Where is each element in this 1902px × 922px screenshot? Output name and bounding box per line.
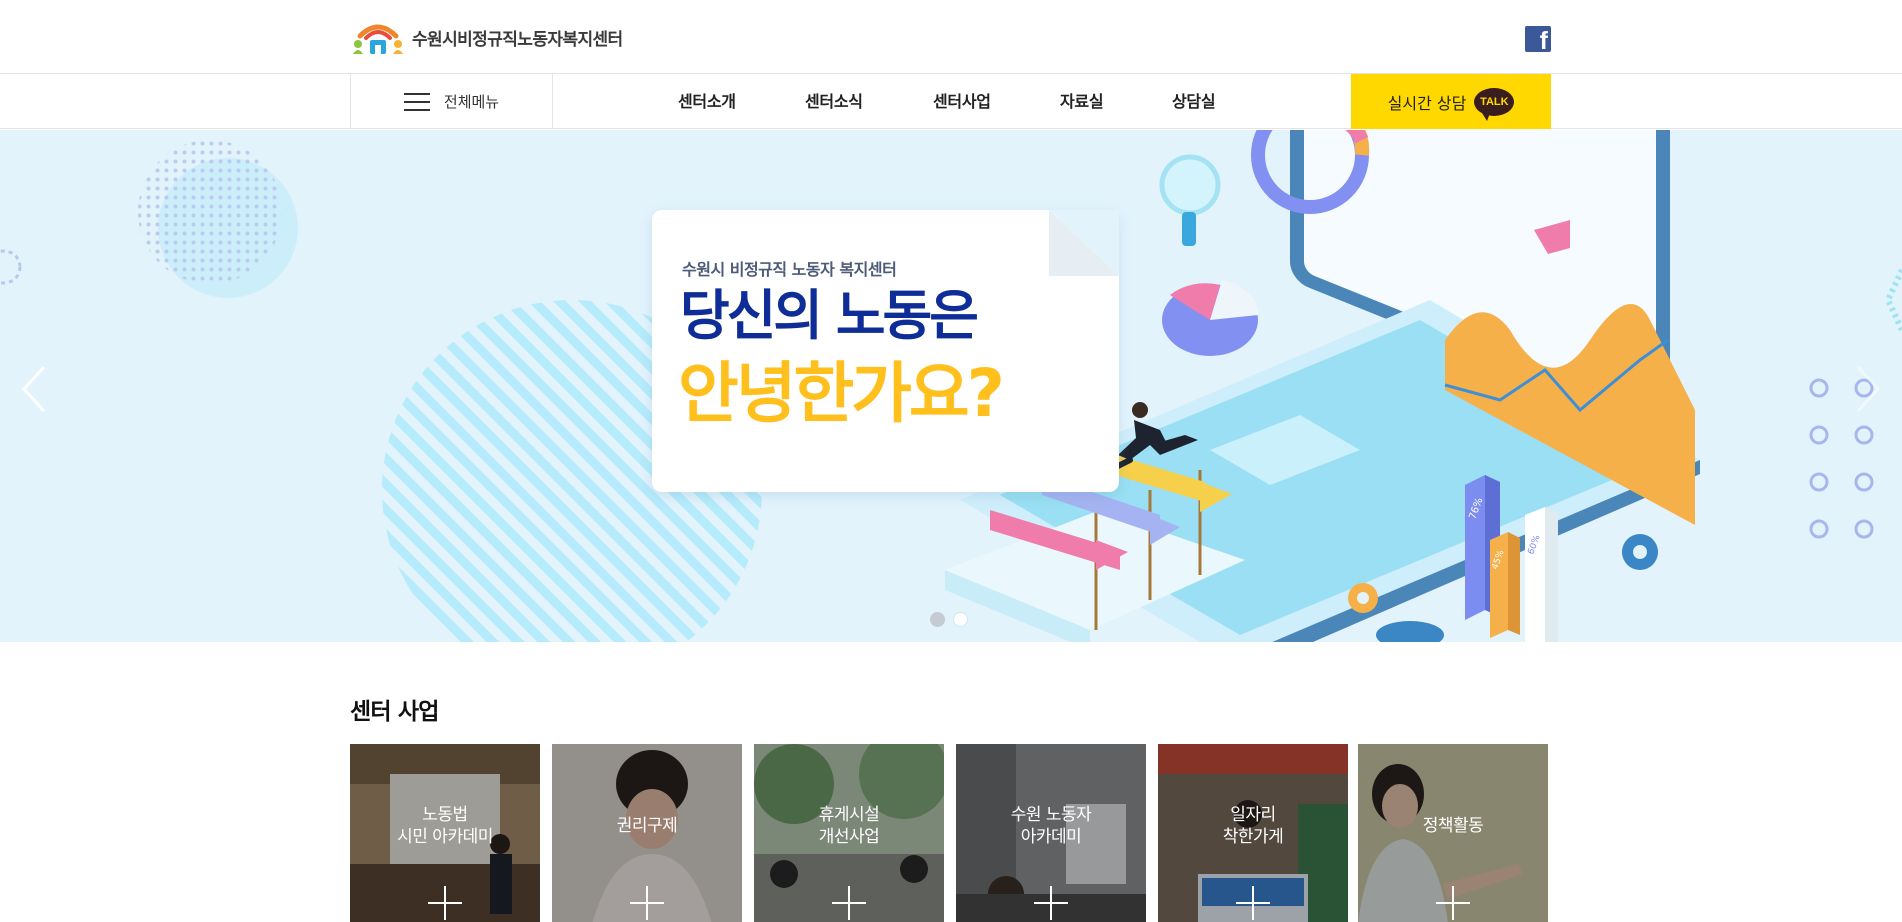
tile-label: 수원 노동자 아카데미 [1010, 805, 1092, 847]
hamburger-icon [403, 92, 430, 111]
menu-item-news[interactable]: 센터소식 [805, 74, 863, 129]
slider-next-arrow-icon[interactable] [1848, 363, 1888, 415]
page-fold-icon [1049, 210, 1119, 276]
plus-icon [1236, 886, 1270, 920]
hero-slider: 76% 45% 60% 수원시 비정규직 노동자 복지센터 당신의 노동은 안녕… [0, 130, 1902, 642]
hero-subtitle: 수원시 비정규직 노동자 복지센터 [682, 260, 897, 279]
slider-dot-2[interactable] [953, 612, 968, 627]
top-bar: 수원시비정규직노동자복지센터 f [0, 0, 1902, 74]
menu-item-counsel[interactable]: 상담실 [1172, 74, 1216, 129]
business-tile-worker-academy[interactable]: 수원 노동자 아카데미 [956, 744, 1146, 922]
kakaotalk-icon: TALK [1474, 87, 1515, 121]
business-tile-rest-facility[interactable]: 휴게시설 개선사업 [754, 744, 944, 922]
slider-prev-arrow-icon[interactable] [14, 363, 54, 415]
business-tile-policy[interactable]: 정책활동 [1358, 744, 1548, 922]
hero-headline-1: 당신의 노동은 [680, 284, 979, 347]
site-logo-text: 수원시비정규직노동자복지센터 [412, 29, 623, 50]
business-tile-labor-law-academy[interactable]: 노동법 시민 아카데미 [350, 744, 540, 922]
all-menu-label: 전체메뉴 [443, 93, 500, 111]
menu-item-archive[interactable]: 자료실 [1060, 74, 1104, 129]
main-navigation: 전체메뉴 센터소개 센터소식 센터사업 자료실 상담실 실시간 상담 TALK [0, 74, 1902, 129]
tile-label: 권리구제 [616, 816, 678, 836]
live-chat-label: 실시간 상담 [1387, 93, 1467, 113]
tile-label: 노동법 시민 아카데미 [397, 805, 493, 847]
business-tile-rights-relief[interactable]: 권리구제 [552, 744, 742, 922]
plus-icon [428, 886, 462, 920]
all-menu-button[interactable]: 전체메뉴 [350, 74, 553, 129]
tile-label: 일자리 착한가게 [1222, 805, 1284, 847]
business-section-title: 센터 사업 [350, 699, 439, 725]
hero-headline-2: 안녕한가요? [678, 355, 1005, 432]
plus-icon [832, 886, 866, 920]
tile-label: 정책활동 [1422, 816, 1484, 836]
menu-item-business[interactable]: 센터사업 [933, 74, 991, 129]
business-tile-good-store[interactable]: 일자리 착한가게 [1158, 744, 1348, 922]
talk-badge: TALK [1474, 87, 1515, 116]
menu-item-about[interactable]: 센터소개 [678, 74, 736, 129]
plus-icon [630, 886, 664, 920]
plus-icon [1034, 886, 1068, 920]
facebook-link[interactable]: f [1525, 26, 1551, 52]
facebook-icon: f [1539, 27, 1548, 53]
slider-dot-1[interactable] [930, 612, 945, 627]
tile-label: 휴게시설 개선사업 [818, 805, 880, 847]
logo-house-icon [353, 24, 403, 54]
slider-pagination [930, 612, 968, 627]
plus-icon [1436, 886, 1470, 920]
live-chat-button[interactable]: 실시간 상담 TALK [1351, 74, 1551, 129]
site-logo[interactable]: 수원시비정규직노동자복지센터 [350, 18, 623, 56]
hero-card: 수원시 비정규직 노동자 복지센터 당신의 노동은 안녕한가요? [652, 210, 1119, 492]
